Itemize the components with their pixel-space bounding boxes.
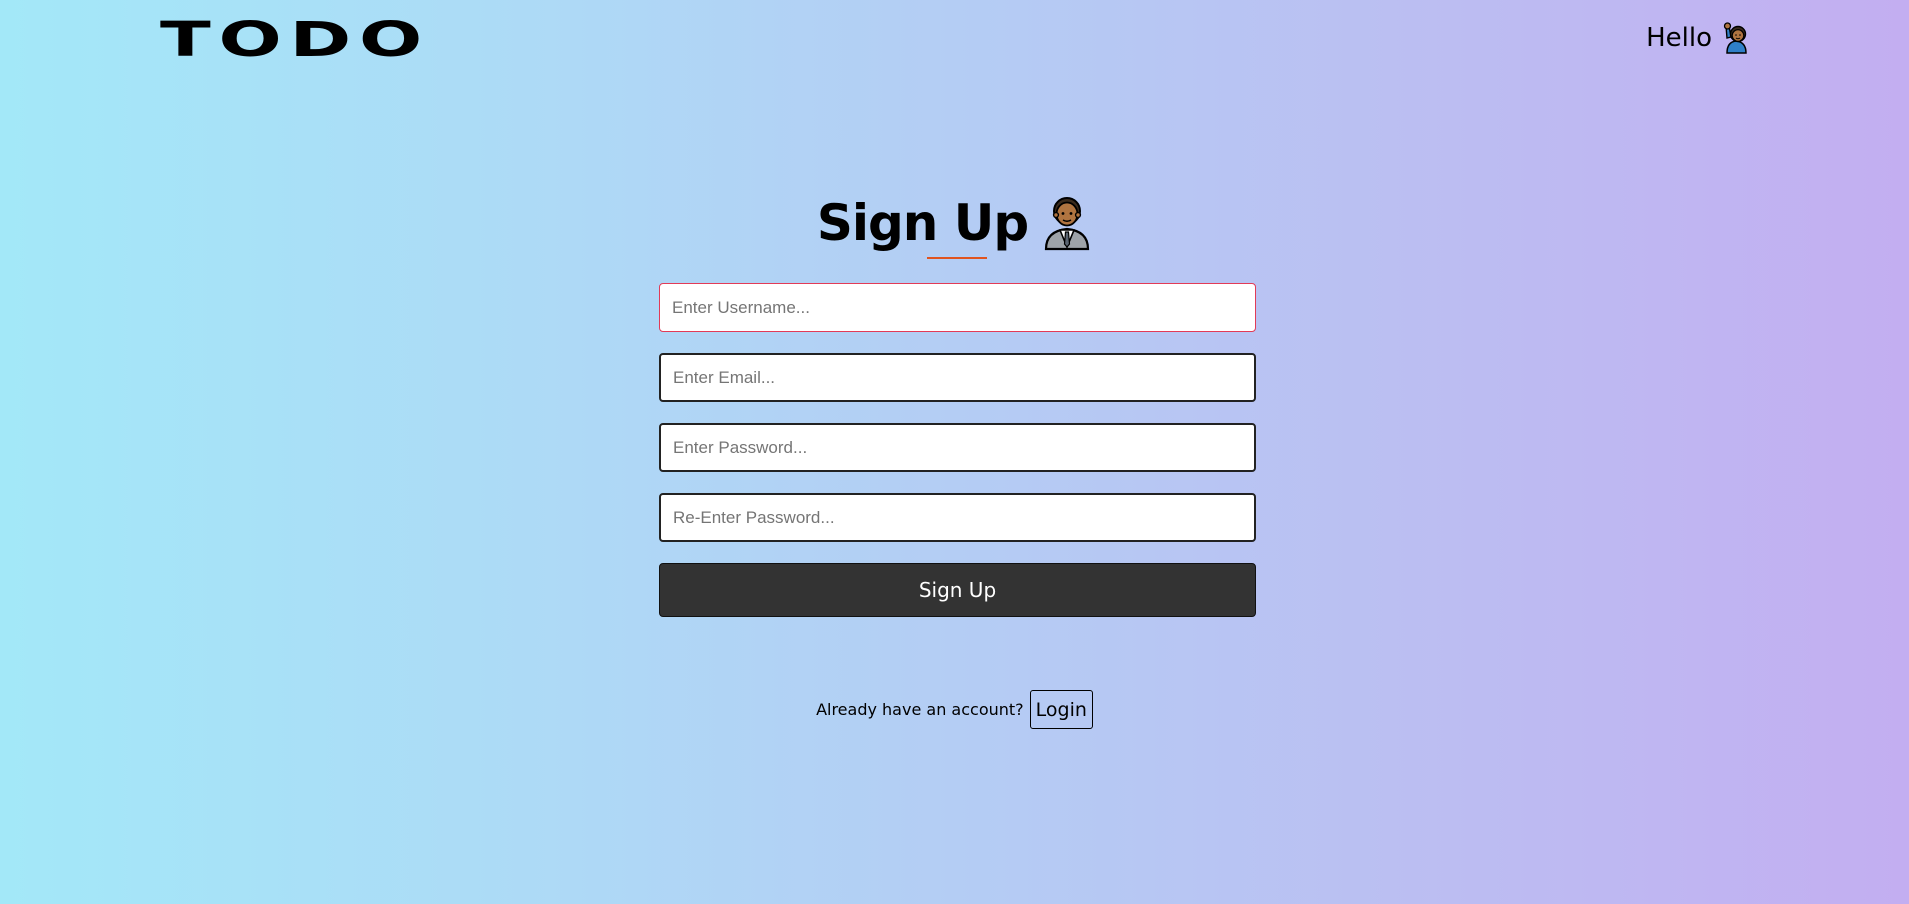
header: TODO Hello	[0, 0, 1909, 80]
username-input[interactable]	[659, 283, 1256, 332]
signup-heading: Sign Up	[0, 190, 1909, 256]
app-logo[interactable]: TODO	[160, 12, 430, 68]
reenter-password-input[interactable]	[659, 493, 1256, 542]
login-prompt-text: Already have an account?	[816, 700, 1024, 719]
page-title: Sign Up	[816, 194, 1029, 252]
login-button[interactable]: Login	[1029, 690, 1093, 729]
title-underline	[927, 257, 987, 259]
office-worker-icon	[1042, 195, 1092, 251]
signup-button[interactable]: Sign Up	[659, 563, 1256, 617]
signup-form: Sign Up	[659, 283, 1256, 617]
login-prompt: Already have an account? Login	[0, 690, 1909, 729]
greeting: Hello	[1646, 22, 1752, 54]
password-input[interactable]	[659, 423, 1256, 472]
greeting-text: Hello	[1646, 23, 1712, 53]
email-input[interactable]	[659, 353, 1256, 402]
raising-hand-icon	[1720, 22, 1752, 54]
